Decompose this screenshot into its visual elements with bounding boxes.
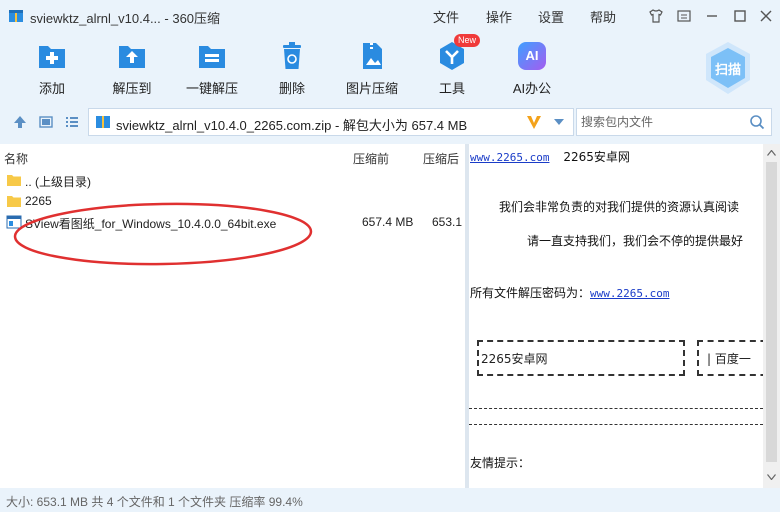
trash-icon <box>283 42 301 69</box>
one-click-extract-icon <box>199 46 225 68</box>
menu-help[interactable]: 帮助 <box>590 7 616 26</box>
menu-operation[interactable]: 操作 <box>486 7 512 26</box>
add-icon <box>39 46 65 68</box>
scroll-thumb[interactable] <box>766 162 777 462</box>
one-click-extract-label: 一键解压 <box>185 81 238 96</box>
file-name: 2265 <box>25 194 52 208</box>
address-bar: sviewktz_alrnl_v10.4.0_2265.com.zip - 解包… <box>0 100 780 144</box>
window-title: sviewktz_alrnl_v10.4... - 360压缩 <box>30 11 221 26</box>
zip-file-icon <box>96 116 110 128</box>
column-header-size[interactable]: 压缩前 <box>353 150 389 167</box>
file-size: 657.4 MB <box>362 215 414 229</box>
site-link[interactable]: www.2265.com <box>470 151 549 164</box>
search-input[interactable] <box>581 113 741 131</box>
thumbnail-view-icon[interactable] <box>38 114 54 130</box>
one-click-extract-button[interactable]: 一键解压 <box>172 38 252 98</box>
list-view-icon[interactable] <box>64 114 80 130</box>
preview-scrollbar[interactable] <box>763 144 780 488</box>
exe-file-icon <box>6 215 22 229</box>
column-header-packed[interactable]: 压缩后 <box>423 150 459 167</box>
delete-label: 删除 <box>278 81 305 96</box>
search-icon[interactable] <box>749 114 765 130</box>
extract-to-button[interactable]: 解压到 <box>92 38 172 98</box>
chevron-down-icon[interactable] <box>553 118 565 126</box>
tools-label: 工具 <box>438 81 465 96</box>
new-badge: New <box>454 34 481 47</box>
menu-file[interactable]: 文件 <box>433 7 459 26</box>
list-item[interactable]: .. (上级目录) <box>0 170 465 190</box>
close-icon[interactable] <box>756 6 776 26</box>
status-text: 大小: 653.1 MB 共 4 个文件和 1 个文件夹 压缩率 99.4% <box>6 495 303 509</box>
site-name: 2265安卓网 <box>563 150 630 164</box>
preview-paragraph-1: 我们会非常负责的对我们提供的资源认真阅读 <box>499 200 740 214</box>
feedback-icon[interactable] <box>674 6 694 26</box>
tools-button[interactable]: New 工具 <box>412 34 492 98</box>
column-header-name[interactable]: 名称 <box>4 150 28 167</box>
search-box[interactable] <box>576 108 772 136</box>
path-field[interactable]: sviewktz_alrnl_v10.4.0_2265.com.zip - 解包… <box>88 108 574 136</box>
list-item[interactable]: SView看图纸_for_Windows_10.4.0.0_64bit.exe … <box>0 212 465 232</box>
file-name: .. (上级目录) <box>25 175 91 189</box>
ai-office-button[interactable]: AI AI办公 <box>492 38 572 98</box>
skin-icon[interactable] <box>646 6 666 26</box>
list-item[interactable]: 2265 <box>0 191 465 211</box>
image-compress-icon <box>363 43 382 69</box>
file-name: SView看图纸_for_Windows_10.4.0.0_64bit.exe <box>25 217 277 231</box>
folder-icon <box>7 175 21 186</box>
password-link[interactable]: www.2265.com <box>590 287 669 300</box>
status-bar: 大小: 653.1 MB 共 4 个文件和 1 个文件夹 压缩率 99.4% <box>0 488 780 512</box>
add-label: 添加 <box>38 81 65 96</box>
folder-icon <box>7 196 21 207</box>
delete-button[interactable]: 删除 <box>252 38 332 98</box>
scroll-down-icon[interactable] <box>767 474 776 480</box>
ai-office-icon: AI <box>518 42 546 70</box>
file-packed-size: 653.1 <box>432 215 463 229</box>
minimize-icon[interactable] <box>702 6 722 26</box>
preview-paragraph-2: 请一直支持我们，我们会不停的提供最好 <box>527 234 744 248</box>
zip-app-icon <box>9 10 23 22</box>
dashed-divider <box>469 424 763 425</box>
toolbar: 添加 解压到 一键解压 删除 图片压缩 New 工具 AI AI办公 <box>0 32 780 100</box>
image-compress-label: 图片压缩 <box>345 81 398 96</box>
dashed-divider <box>469 408 763 409</box>
extract-to-label: 解压到 <box>112 81 152 96</box>
maximize-icon[interactable] <box>730 6 750 26</box>
dashed-box-text: | 百度一 <box>707 352 751 366</box>
text-preview: www.2265.com 2265安卓网 我们会非常负责的对我们提供的资源认真阅… <box>469 144 763 488</box>
ai-office-label: AI办公 <box>512 81 552 96</box>
archive-path: sviewktz_alrnl_v10.4.0_2265.com.zip - 解包… <box>116 118 468 133</box>
extract-to-icon <box>119 46 145 68</box>
scan-label: 扫描 <box>714 62 741 77</box>
image-compress-button[interactable]: 图片压缩 <box>332 38 412 98</box>
tip-label: 友情提示： <box>470 456 531 470</box>
title-bar: sviewktz_alrnl_v10.4... - 360压缩 文件 操作 设置… <box>0 0 780 32</box>
dashed-box: | 百度一 <box>697 340 763 376</box>
password-label: 所有文件解压密码为： <box>470 286 591 300</box>
up-arrow-icon[interactable] <box>12 114 28 130</box>
add-button[interactable]: 添加 <box>12 38 92 98</box>
menu-settings[interactable]: 设置 <box>538 7 564 26</box>
v-logo-icon[interactable] <box>525 113 543 131</box>
file-list: 名称 压缩前 压缩后 .. (上级目录) 2265 SView看图纸_for_W… <box>0 144 465 488</box>
scroll-up-icon[interactable] <box>767 150 776 156</box>
scan-button[interactable]: 扫描 <box>702 40 754 96</box>
dashed-box: 2265安卓网 <box>477 340 685 376</box>
dashed-box-text: 2265安卓网 <box>481 352 548 366</box>
